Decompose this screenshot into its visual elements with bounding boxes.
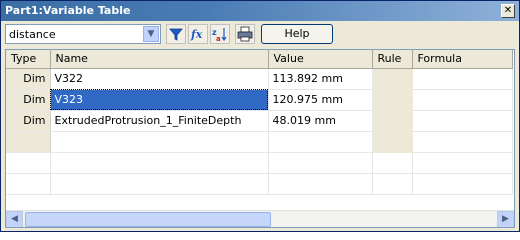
print-button[interactable] [235, 24, 255, 44]
svg-text:a: a [216, 35, 221, 42]
cell-rule[interactable] [372, 173, 413, 195]
print-icon [237, 26, 253, 42]
svg-text:fx: fx [190, 28, 203, 41]
scroll-right-arrow-icon[interactable]: ▶ [497, 211, 514, 227]
cell-value[interactable]: 48.019 mm [268, 110, 373, 132]
cell-value[interactable] [268, 173, 373, 195]
help-button[interactable]: Help [261, 24, 333, 44]
cell-name[interactable]: ExtrudedProtrusion_1_FiniteDepth [50, 110, 269, 132]
empty-row[interactable] [6, 131, 513, 153]
cell-formula[interactable] [412, 173, 513, 195]
cell-rule[interactable] [372, 68, 413, 90]
cell-name[interactable] [50, 131, 269, 153]
chevron-down-icon[interactable]: ▼ [143, 26, 159, 42]
cell-rule[interactable] [372, 131, 413, 153]
filter-icon [169, 28, 183, 41]
cell-formula[interactable] [412, 131, 513, 153]
scroll-left-arrow-icon[interactable]: ◀ [6, 211, 23, 227]
cell-rule[interactable] [372, 89, 413, 111]
cell-type: Dim [6, 110, 51, 132]
fx-formula-icon: fx [190, 28, 203, 41]
formula-button[interactable]: fx [188, 24, 208, 44]
close-button[interactable]: ✕ [501, 4, 515, 18]
cell-type: Dim [6, 89, 51, 111]
cell-formula[interactable] [412, 89, 513, 111]
cell-name[interactable] [50, 173, 269, 195]
title-bar[interactable]: Part1:Variable Table ✕ [1, 1, 519, 21]
variable-grid: Type Name Value Rule Formula Dim V322 11… [5, 49, 515, 228]
cell-value[interactable] [268, 131, 373, 153]
variable-table: Type Name Value Rule Formula Dim V322 11… [6, 50, 513, 195]
cell-value[interactable] [268, 152, 373, 174]
horizontal-scrollbar[interactable]: ◀ ▶ [6, 210, 514, 227]
header-name[interactable]: Name [50, 50, 269, 69]
header-row: Type Name Value Rule Formula [6, 50, 513, 69]
empty-row[interactable] [6, 152, 513, 174]
filter-value: distance [9, 28, 56, 41]
cell-type: Dim [6, 68, 51, 90]
empty-row[interactable] [6, 173, 513, 195]
cell-value[interactable]: 113.892 mm [268, 68, 373, 90]
table-row[interactable]: Dim V322 113.892 mm [6, 68, 513, 90]
cell-rule[interactable] [372, 152, 413, 174]
sort-button[interactable]: z a [210, 24, 230, 44]
cell-formula[interactable] [412, 152, 513, 174]
cell-type [6, 173, 51, 195]
header-formula[interactable]: Formula [412, 50, 513, 69]
header-value[interactable]: Value [268, 50, 373, 69]
header-rule[interactable]: Rule [372, 50, 413, 69]
filter-button[interactable] [166, 24, 186, 44]
variable-table-window: Part1:Variable Table ✕ distance ▼ fx z a [0, 0, 520, 232]
filter-combobox[interactable]: distance ▼ [5, 24, 161, 44]
cell-name[interactable] [50, 152, 269, 174]
cell-formula[interactable] [412, 110, 513, 132]
cell-type [6, 131, 51, 153]
header-type[interactable]: Type [6, 50, 51, 69]
toolbar: distance ▼ fx z a Help [1, 21, 519, 47]
cell-value[interactable]: 120.975 mm [268, 89, 373, 111]
cell-name[interactable]: V322 [50, 68, 269, 90]
table-row[interactable]: Dim V323 120.975 mm [6, 89, 513, 111]
window-title: Part1:Variable Table [5, 4, 131, 17]
scroll-thumb[interactable] [25, 212, 271, 227]
cell-type [6, 152, 51, 174]
sort-icon: z a [212, 28, 227, 42]
table-row[interactable]: Dim ExtrudedProtrusion_1_FiniteDepth 48.… [6, 110, 513, 132]
cell-rule[interactable] [372, 110, 413, 132]
cell-name-selected[interactable]: V323 [50, 89, 269, 111]
cell-formula[interactable] [412, 68, 513, 90]
